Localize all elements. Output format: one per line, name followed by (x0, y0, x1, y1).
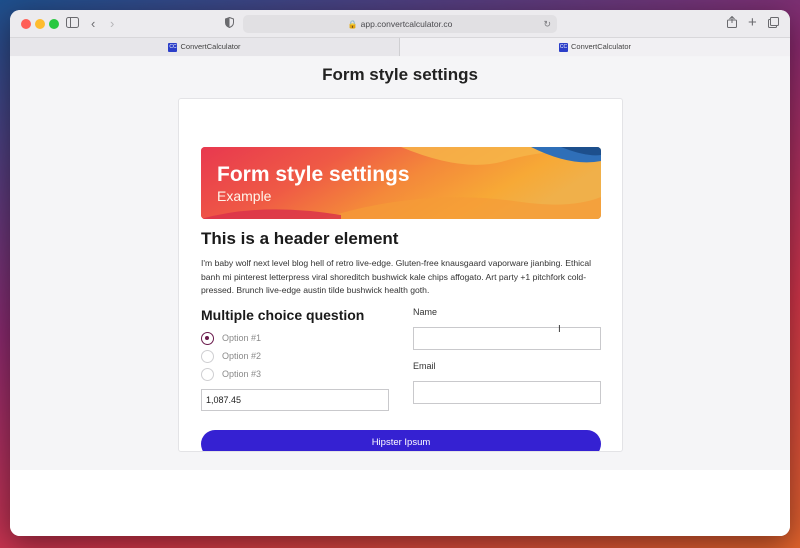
favicon-icon: CC (558, 42, 568, 52)
name-label: Name (413, 307, 438, 317)
email-input[interactable] (413, 381, 601, 404)
close-window-button[interactable] (21, 19, 31, 29)
page-footer-area (10, 470, 790, 536)
tab-label: ConvertCalculator (180, 42, 241, 51)
minimize-window-button[interactable] (35, 19, 45, 29)
paragraph-text: I'm baby wolf next level blog hell of re… (201, 258, 592, 295)
forward-icon[interactable]: › (110, 15, 114, 33)
browser-tab-1[interactable]: CC ConvertCalculator (10, 38, 400, 56)
tab-label: ConvertCalculator (570, 42, 632, 51)
zoom-window-button[interactable] (49, 19, 59, 29)
browser-tab-2[interactable]: CC ConvertCalculator (400, 38, 790, 56)
banner-subtitle: Example (217, 188, 272, 204)
title-bar: ‹ › 🔒 app.convertcalculator.co ↻ + (10, 10, 790, 38)
url-text: app.convertcalculator.co (360, 19, 453, 29)
number-input[interactable]: 1,087.45 (201, 389, 389, 411)
tab-overview-icon[interactable] (768, 15, 779, 33)
option-label: Option #1 (222, 333, 262, 343)
form-banner: Form style settings Example (201, 147, 601, 219)
radio-icon[interactable] (201, 368, 214, 382)
tab-bar: CC ConvertCalculator CC ConvertCalculator (10, 38, 790, 56)
lock-icon: 🔒 (347, 20, 358, 29)
option-1[interactable]: Option #1 (201, 331, 262, 346)
privacy-shield-icon[interactable] (225, 15, 234, 33)
browser-window: ‹ › 🔒 app.convertcalculator.co ↻ + CC Conv… (10, 10, 790, 536)
text-cursor-icon: I (558, 324, 561, 335)
page-title: Form style settings (322, 65, 478, 84)
option-3[interactable]: Option #3 (201, 367, 262, 382)
page-content: Form style settings Form style settings … (10, 57, 790, 470)
reload-icon[interactable]: ↻ (543, 15, 551, 33)
header-element: This is a header element (201, 229, 399, 248)
back-icon[interactable]: ‹ (91, 15, 95, 33)
email-label: Email (413, 361, 436, 371)
submit-button[interactable]: Hipster Ipsum (201, 430, 601, 451)
share-icon[interactable] (727, 15, 737, 33)
radio-selected-icon[interactable] (201, 332, 214, 346)
radio-icon[interactable] (201, 350, 214, 364)
form-preview-card: Form style settings Example This is a he… (178, 98, 623, 452)
option-label: Option #3 (222, 369, 262, 379)
option-label: Option #2 (222, 351, 262, 361)
address-bar[interactable]: 🔒 app.convertcalculator.co ↻ (243, 15, 557, 33)
sidebar-toggle-icon[interactable] (66, 15, 79, 33)
new-tab-icon[interactable]: + (748, 14, 757, 32)
option-2[interactable]: Option #2 (201, 349, 262, 364)
multiple-choice-title: Multiple choice question (201, 307, 365, 323)
banner-title: Form style settings (217, 163, 410, 186)
name-input[interactable] (413, 327, 601, 350)
favicon-icon: CC (168, 42, 178, 52)
